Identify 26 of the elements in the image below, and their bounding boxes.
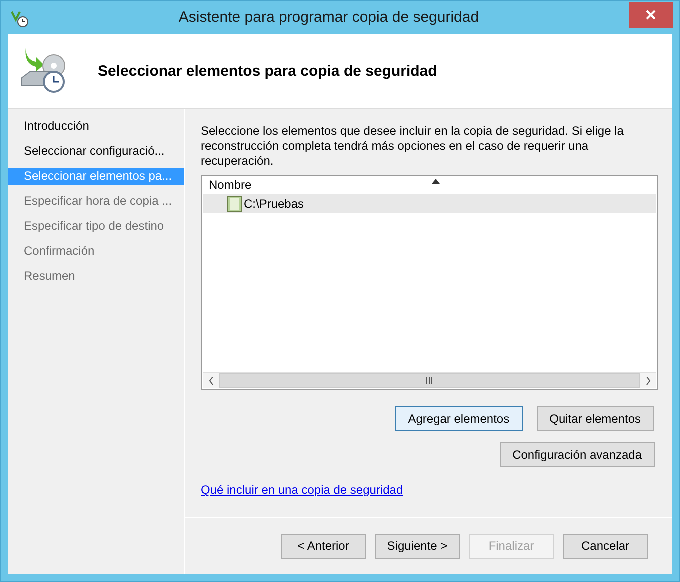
item-name: C:\Pruebas [244, 196, 304, 210]
sort-arrow-icon [432, 179, 440, 184]
close-icon [646, 10, 656, 20]
wizard-step[interactable]: Introducción [8, 118, 184, 135]
scroll-right-button[interactable] [640, 373, 656, 388]
folder-icon [227, 196, 242, 212]
wizard-button[interactable]: < Anterior [281, 534, 366, 558]
list-row[interactable]: C:\Pruebas [203, 194, 656, 213]
wizard-button[interactable]: Siguiente > [375, 534, 460, 558]
wizard-step[interactable]: Seleccionar configuració... [8, 143, 184, 160]
scroll-left-button[interactable] [203, 373, 219, 388]
wizard-button[interactable]: Cancelar [563, 534, 648, 558]
window-title: Asistente para programar copia de seguridad [178, 9, 480, 26]
description-text: Seleccione los elementos que desee incluir en la copia de seguridad. Si elige la reconstrucción completa tendrá más opciones en el caso de requerir una recuperación. [201, 124, 625, 169]
scrollbar-thumb[interactable] [219, 373, 640, 388]
grip-icon [426, 377, 433, 384]
chevron-left-icon [208, 376, 214, 384]
close-button[interactable] [629, 2, 673, 28]
help-link[interactable]: Qué incluir en una copia de seguridad [201, 483, 404, 497]
advanced-settings-button[interactable]: Configuración avanzada [500, 442, 655, 467]
items-list[interactable]: Nombre C:\Pruebas [201, 175, 658, 390]
page-heading: Seleccionar elementos para copia de seguridad [98, 62, 438, 80]
item-button[interactable]: Quitar elementos [536, 406, 654, 431]
item-button[interactable]: Agregar elementos [395, 406, 523, 431]
chevron-right-icon [646, 376, 650, 384]
column-header[interactable]: Nombre [202, 176, 252, 194]
